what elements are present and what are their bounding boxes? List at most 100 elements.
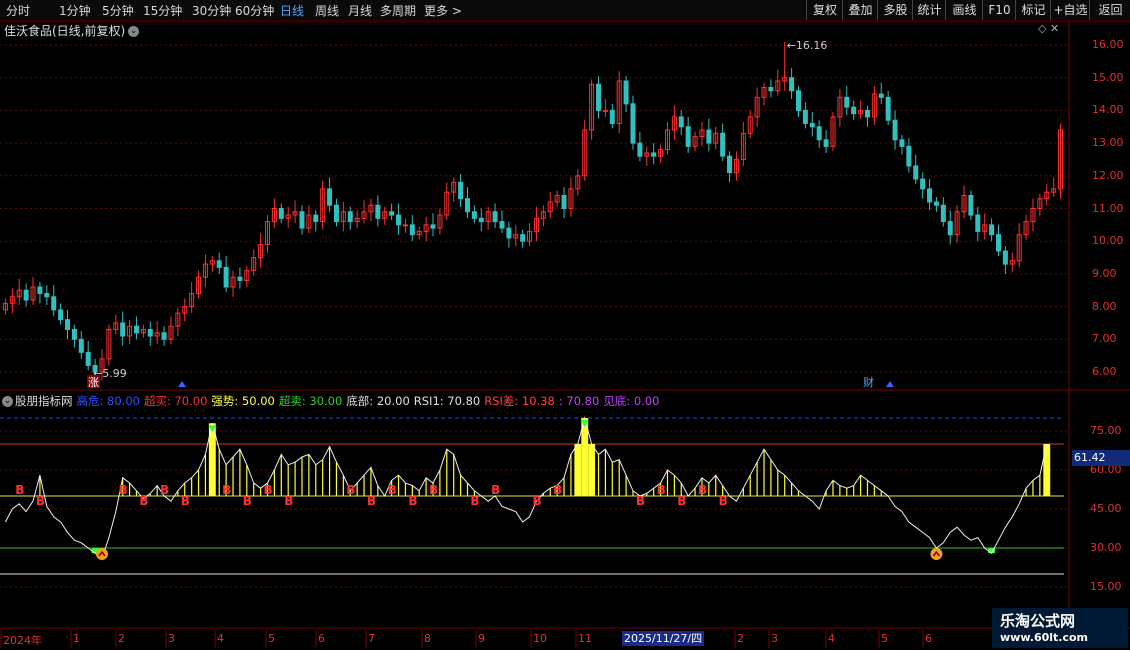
candle-body: [506, 227, 512, 239]
candle-body: [609, 109, 615, 124]
indicator-param-6: RSI差: 10.38: [484, 394, 555, 408]
candle-body: [85, 351, 91, 366]
bottom-signal-icon: [95, 548, 108, 560]
price-tick: 7.00: [1092, 332, 1117, 346]
candle-body: [809, 122, 815, 128]
watermark-title: 乐淘公式网: [1000, 612, 1076, 630]
price-tick: 14.00: [1092, 103, 1124, 117]
indicator-header: ⌄ 股朋指标网 高危: 80.00 超买: 70.00 强势: 50.00 超卖: 30.…: [2, 393, 667, 409]
candle-body: [630, 103, 636, 144]
buy-marker: B: [160, 483, 169, 497]
date-tick: 3: [168, 632, 175, 645]
candle-body: [120, 322, 126, 337]
candle-body: [947, 221, 953, 236]
date-tick: 2: [118, 632, 125, 645]
candle-body: [706, 129, 712, 144]
indicator-param-5: RSI1: 70.80: [413, 394, 481, 408]
indicator-param-4: 底部: 20.00: [346, 394, 410, 408]
candle-body: [299, 211, 305, 229]
date-tick: 9: [478, 632, 485, 645]
buy-marker: B: [657, 483, 666, 497]
buy-marker: B: [532, 494, 541, 508]
date-tick: 2024年: [3, 634, 42, 647]
candle-body: [389, 211, 395, 216]
date-tick: 6: [925, 632, 932, 645]
indicator-tick: 45.00: [1090, 502, 1122, 515]
candle-body: [520, 234, 526, 242]
candle-body: [995, 234, 1001, 252]
candle-body: [678, 116, 684, 128]
price-tick: 6.00: [1092, 365, 1117, 378]
indicator-tick: 75.00: [1090, 424, 1122, 437]
up-triangle-icon: [886, 381, 894, 387]
buy-marker: B: [139, 494, 148, 508]
buy-marker: B: [719, 494, 728, 508]
candle-body: [940, 204, 946, 223]
candle-body: [216, 260, 222, 268]
candle-body: [596, 83, 602, 111]
candle-body: [396, 214, 402, 226]
candle-body: [623, 80, 629, 105]
cursor-date: 2025/11/27/四: [622, 631, 705, 646]
candle-body: [789, 77, 795, 92]
buy-marker: B: [222, 483, 231, 497]
price-tick: 16.00: [1092, 38, 1124, 51]
candle-body: [223, 266, 229, 288]
candle-body: [65, 319, 71, 330]
date-tick: 4: [217, 632, 224, 645]
candle-body: [44, 293, 50, 298]
date-tick: 1: [73, 632, 80, 645]
buy-marker: B: [367, 494, 376, 508]
indicator-tick: 30.00: [1090, 541, 1122, 554]
indicator-param-2: 强势: 50.00: [211, 394, 275, 408]
candle-body: [892, 119, 898, 141]
candle-body: [161, 332, 167, 340]
candle-body: [823, 139, 829, 147]
date-tick: 5: [881, 632, 888, 645]
candle-body: [347, 211, 353, 223]
candle-body: [147, 328, 153, 337]
buy-marker: B: [677, 494, 686, 508]
candle-body: [844, 96, 850, 108]
candle-body: [58, 309, 64, 321]
date-tick: 7: [368, 632, 375, 645]
bottom-signal-icon: [930, 548, 943, 560]
candle-body: [561, 194, 567, 209]
price-tick: 9.00: [1092, 266, 1117, 280]
indicator-param-8: 见底: 0.00: [603, 394, 660, 408]
candle-body: [913, 165, 919, 180]
current-indicator-value: 61.42: [1072, 450, 1130, 466]
candle-body: [458, 181, 464, 200]
watermark: 乐淘公式网 www.60lt.com: [992, 608, 1128, 648]
date-tick: 3: [771, 632, 778, 645]
date-tick: 5: [268, 632, 275, 645]
buy-marker: B: [284, 494, 293, 508]
candle-body: [933, 201, 939, 206]
candle-body: [989, 224, 995, 236]
candle-body: [133, 325, 139, 334]
candle-body: [878, 93, 884, 98]
buy-marker: B: [429, 483, 438, 497]
candle-body: [278, 208, 284, 219]
event-tag-label: 财: [863, 375, 874, 389]
indicator-param-0: 高危: 80.00: [76, 394, 140, 408]
candle-body: [851, 106, 857, 115]
candle-body: [968, 194, 974, 216]
candle-body: [478, 217, 484, 223]
chevron-down-icon[interactable]: ⌄: [2, 396, 13, 407]
candle-body: [409, 224, 415, 236]
price-tick: 12.00: [1092, 168, 1124, 182]
candle-body: [864, 109, 870, 118]
candle-body: [906, 145, 912, 167]
candle-body: [333, 204, 339, 223]
candle-body: [51, 296, 57, 311]
price-tick: 13.00: [1092, 136, 1124, 150]
candle-body: [796, 90, 801, 111]
date-axis: 2024年 1 2 3 4 5 6 7 8 9 10 11 2 3 4 5 6: [0, 630, 992, 648]
candle-body: [727, 155, 733, 174]
buy-marker: B: [698, 483, 707, 497]
candle-body: [402, 224, 408, 227]
date-tick: 4: [828, 632, 835, 645]
candle-body: [471, 211, 477, 219]
candle-body: [23, 289, 29, 301]
